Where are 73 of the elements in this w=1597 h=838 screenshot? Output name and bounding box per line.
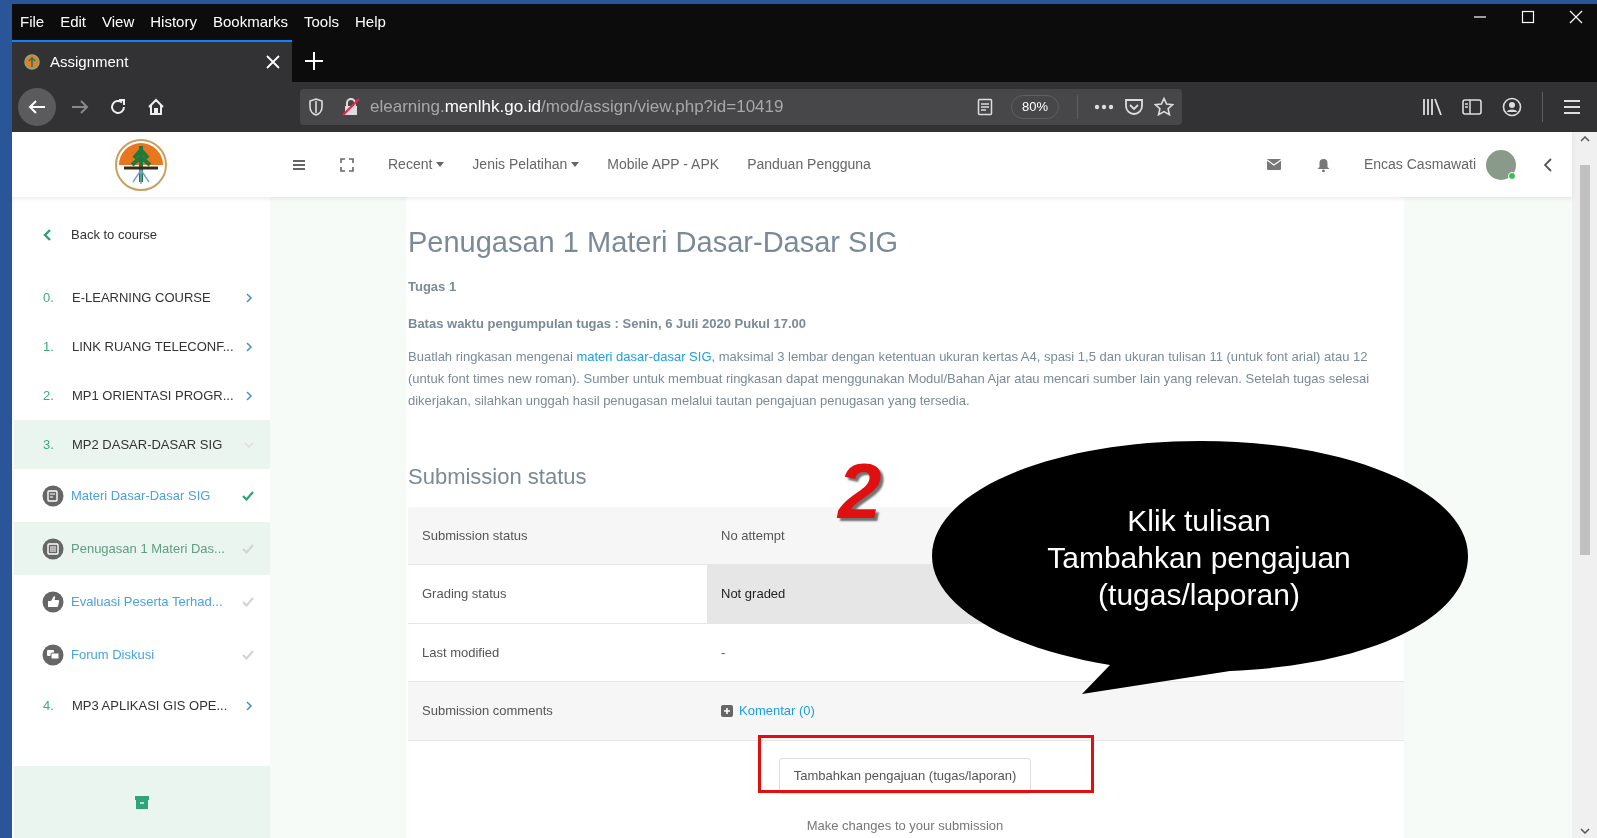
site-logo	[114, 137, 168, 192]
plus-icon[interactable]	[721, 704, 733, 717]
scroll-down-icon	[1579, 828, 1590, 834]
add-submission-button[interactable]: Tambahkan pengajuan (tugas/laporan)	[778, 757, 1032, 794]
page-title: Penugasan 1 Materi Dasar-Dasar SIG	[408, 225, 899, 260]
chevron-right-icon	[244, 391, 254, 401]
close-icon[interactable]	[266, 55, 280, 69]
menu-item[interactable]: History	[148, 10, 199, 34]
shield-icon	[308, 98, 324, 116]
account-icon[interactable]	[1502, 97, 1522, 117]
scrollbar-thumb[interactable]	[1579, 165, 1590, 555]
menu-item[interactable]: Help	[353, 10, 388, 34]
chevron-left-icon	[43, 229, 51, 241]
menu-item[interactable]: Tools	[302, 10, 341, 34]
cell-value: -	[721, 643, 726, 662]
mail-icon[interactable]	[1266, 159, 1281, 170]
table-cell-text: Submission comments	[421, 702, 554, 720]
star-icon[interactable]	[1154, 97, 1174, 117]
activity-icon	[42, 484, 64, 507]
browser-tab[interactable]: Assignment	[12, 40, 292, 82]
cell-value: No attempt	[721, 526, 785, 545]
cell-value: Not graded	[721, 585, 786, 603]
nav-link[interactable]: Panduan Pengguna	[747, 154, 871, 175]
table-cell-text: Submission status	[421, 526, 529, 545]
more-icon[interactable]	[1094, 104, 1114, 110]
nav-link[interactable]: Recent	[388, 154, 445, 175]
new-tab-icon[interactable]	[304, 51, 324, 71]
nav-link[interactable]: Jenis Pelatihan	[472, 154, 580, 175]
subtitle: Tugas 1	[408, 277, 458, 296]
menu-item[interactable]: Bookmarks	[210, 10, 290, 34]
section-heading: Submission status	[408, 462, 587, 491]
site-logo-icon	[24, 54, 40, 70]
url-text: elearning.menlhk.go.id/mod/assign/view.php?id=10419	[370, 96, 785, 119]
back-button[interactable]	[18, 88, 56, 126]
pocket-icon[interactable]	[1124, 98, 1144, 116]
fullscreen-icon[interactable]	[340, 157, 354, 172]
maximize-icon[interactable]	[1521, 10, 1535, 24]
close-icon[interactable]	[1569, 10, 1583, 24]
step-number: 2	[838, 452, 882, 530]
chevron-right-icon	[244, 701, 254, 711]
tab-title: Assignment	[50, 51, 130, 72]
chevron-right-icon	[244, 293, 254, 303]
back-to-course-link[interactable]: Back to course	[14, 197, 270, 273]
sidebar-icon[interactable]	[1462, 98, 1482, 116]
table-cell-text: Grading status	[421, 585, 508, 603]
menu-icon[interactable]	[292, 158, 306, 171]
avatar[interactable]	[1486, 149, 1516, 180]
menu-item[interactable]: Edit	[58, 10, 89, 34]
table-cell-text: Last modified	[421, 643, 501, 662]
deadline-text: Batas waktu pengumpulan tugas : Senin, 6 Juli 2020 Pukul 17.00	[408, 315, 808, 333]
scrollbar[interactable]	[1572, 132, 1597, 838]
callout-text: Klik tulisan Tambahkan pengajuan (tugas/laporan)	[1046, 503, 1352, 613]
menu-item[interactable]: File	[18, 10, 47, 34]
menu-item[interactable]: View	[100, 10, 137, 34]
reader-view-icon	[976, 98, 993, 116]
bell-icon[interactable]	[1316, 157, 1330, 172]
archive-icon[interactable]	[135, 795, 149, 809]
insecure-lock-icon	[342, 98, 360, 116]
activity-icon	[42, 590, 64, 613]
chevron-left-icon[interactable]	[1544, 157, 1552, 172]
address-bar[interactable]: elearning.menlhk.go.id/mod/assign/view.php?id=10419 80%	[300, 89, 1182, 125]
home-icon[interactable]	[146, 97, 166, 117]
description-text: Buatlah ringkasan mengenai materi dasar-dasar SIG, maksimal 3 lembar dengan ketentuan ukuran kertas A4, spasi 1,5 dan ukuran tulisan 11 (untuk font arial) atau 12 (untuk font times new roman). Sumber untuk membuat ringkasan dapat menggunakan Modul/Bahan Ajar atau mencari sumber lain yang relevan. Setelah tugas selesai dikerjakan, silahkan unggah hasil penugasan melalui tautan pengajuan penugasan yang tersedia.	[408, 347, 1371, 410]
nav-link[interactable]: Mobile APP - APK	[607, 154, 720, 175]
reload-icon[interactable]	[108, 97, 128, 117]
user-name[interactable]: Encas Casmawati	[1363, 154, 1476, 175]
scroll-up-icon	[1579, 136, 1590, 142]
chevron-right-icon	[244, 342, 254, 352]
activity-icon	[42, 537, 64, 560]
library-icon[interactable]	[1422, 98, 1442, 116]
course-section-item[interactable]: 3. MP2 DASAR-DASAR SIG	[14, 420, 270, 469]
activity-icon	[42, 643, 64, 666]
helper-text: Make changes to your submission	[806, 816, 1004, 835]
